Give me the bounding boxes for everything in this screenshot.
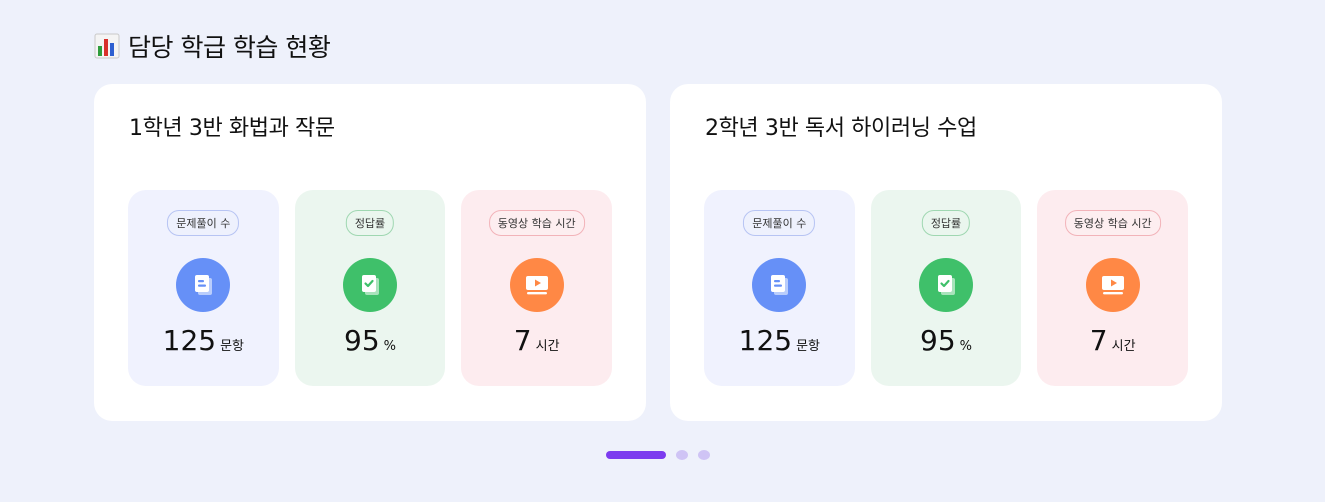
stat-label: 동영상 학습 시간 [488,210,585,236]
stat-unit: % [383,339,396,354]
stat-value: 95 [920,324,956,357]
class-title: 2학년 3반 독서 하이러닝 수업 [705,116,977,141]
video-play-icon [509,258,564,312]
stat-value: 7 [513,324,532,357]
stat-value: 95 [344,324,380,357]
document-icon [176,258,231,312]
class-card[interactable]: 1학년 3반 화법과 작문 문제풀이 수 125 문항 정답률 95 % 동영상… [94,84,646,421]
stat-value-line: 125 문항 [128,324,279,357]
stat-accuracy: 정답률 95 % [294,190,446,386]
stat-unit: 시간 [535,339,560,354]
pagination-dot-1[interactable] [606,451,666,459]
section-title: 담당 학급 학습 현황 [128,33,331,62]
stat-value: 7 [1089,324,1108,357]
stat-unit: 문항 [796,339,821,354]
stat-value-line: 125 문항 [704,324,855,357]
section-header: 담당 학급 학습 현황 [94,28,331,64]
stat-value-line: 7 시간 [1037,324,1188,357]
stat-problems-solved: 문제풀이 수 125 문항 [128,190,279,386]
stat-accuracy: 정답률 95 % [870,190,1022,386]
stat-video-time: 동영상 학습 시간 7 시간 [1037,190,1189,386]
check-document-icon [343,258,397,312]
check-document-icon [919,258,973,312]
class-title: 1학년 3반 화법과 작문 [129,116,335,141]
stat-value: 125 [738,324,793,357]
stat-unit: 시간 [1111,339,1136,354]
stat-value-line: 95 % [871,324,1022,357]
stat-unit: % [959,339,972,354]
pagination-dot-2[interactable] [676,450,688,460]
dashboard: 담당 학급 학습 현황 1학년 3반 화법과 작문 문제풀이 수 125 문항 [0,0,1325,502]
class-card[interactable]: 2학년 3반 독서 하이러닝 수업 문제풀이 수 125 문항 정답률 95 %… [670,84,1222,421]
carousel-pagination [606,450,710,460]
stat-video-time: 동영상 학습 시간 7 시간 [461,190,613,386]
stat-label: 정답률 [345,210,395,236]
stat-value: 125 [162,324,217,357]
document-icon [752,258,807,312]
stat-unit: 문항 [220,339,245,354]
stat-value-line: 7 시간 [461,324,612,357]
video-play-icon [1085,258,1140,312]
pagination-dot-3[interactable] [698,450,710,460]
stat-label: 문제풀이 수 [743,210,816,236]
stat-label: 동영상 학습 시간 [1064,210,1161,236]
stat-value-line: 95 % [295,324,446,357]
stat-problems-solved: 문제풀이 수 125 문항 [704,190,855,386]
bar-chart-icon [94,33,120,59]
stat-label: 정답률 [921,210,971,236]
stat-label: 문제풀이 수 [167,210,240,236]
stats-row: 문제풀이 수 125 문항 정답률 95 % 동영상 학습 시간 7 시간 [704,190,1189,386]
stats-row: 문제풀이 수 125 문항 정답률 95 % 동영상 학습 시간 7 시간 [128,190,613,386]
